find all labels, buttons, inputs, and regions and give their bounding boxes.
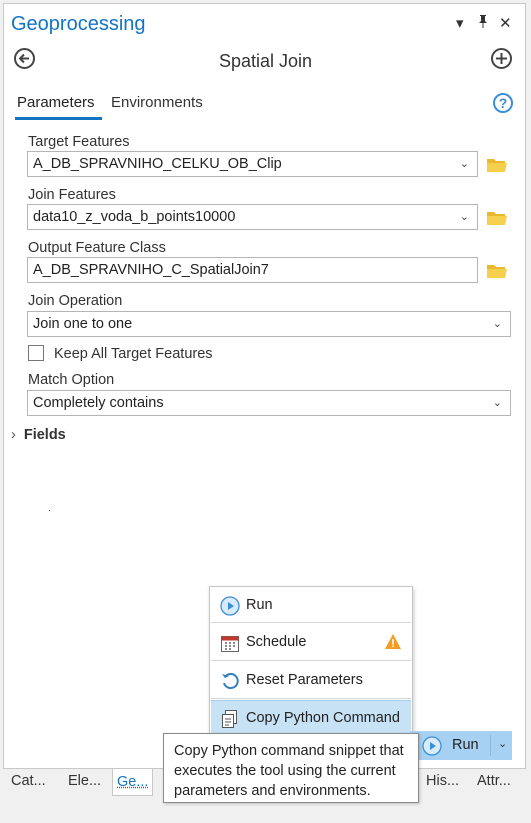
chevron-down-icon[interactable]: ⌄: [493, 391, 502, 415]
reset-icon: [220, 671, 240, 691]
keep-all-label[interactable]: Keep All Target Features: [54, 346, 213, 362]
chevron-right-icon: ›: [11, 427, 16, 443]
close-icon[interactable]: ✕: [499, 14, 512, 32]
pane-title: Geoprocessing: [11, 13, 146, 35]
target-features-label: Target Features: [28, 134, 130, 150]
menu-separator: [211, 660, 411, 661]
menu-separator: [211, 622, 411, 623]
join-features-input[interactable]: data10_z_voda_b_points10000 ⌄: [27, 204, 478, 230]
warning-icon: [384, 633, 402, 655]
chevron-down-icon[interactable]: ⌄: [498, 737, 507, 750]
join-operation-label: Join Operation: [28, 293, 123, 309]
bottom-tab-history[interactable]: His...: [426, 773, 459, 789]
menu-item-copy-python-command[interactable]: Copy Python Command: [211, 700, 411, 737]
output-feature-class-input[interactable]: A_DB_SPRAVNIHO_C_SpatialJoin7: [27, 257, 478, 283]
match-option-label: Match Option: [28, 372, 115, 388]
add-button[interactable]: [491, 48, 512, 69]
bottom-tab-element[interactable]: Ele...: [68, 773, 101, 789]
tool-title: Spatial Join: [218, 51, 313, 71]
chevron-down-icon[interactable]: ⌄: [460, 152, 469, 176]
join-features-label: Join Features: [28, 187, 116, 203]
play-icon: [220, 596, 240, 616]
help-icon[interactable]: ?: [493, 93, 513, 113]
tab-parameters[interactable]: Parameters: [17, 94, 95, 111]
keep-all-checkbox[interactable]: [28, 345, 44, 361]
stray-dot: [49, 510, 50, 511]
play-icon: [422, 736, 442, 761]
menu-item-schedule[interactable]: Schedule: [211, 625, 411, 661]
calendar-icon: [220, 633, 240, 653]
menu-separator: [211, 698, 411, 699]
bottom-tab-catalog[interactable]: Cat...: [11, 773, 46, 789]
chevron-down-icon[interactable]: ⌄: [460, 205, 469, 229]
tooltip: Copy Python command snippet that execute…: [163, 733, 419, 803]
fields-expander[interactable]: › Fields: [11, 427, 66, 443]
pin-icon[interactable]: [477, 14, 489, 31]
output-feature-class-value: A_DB_SPRAVNIHO_C_SpatialJoin7: [33, 262, 269, 278]
active-tab-indicator: [15, 117, 102, 120]
options-dropdown-icon[interactable]: ▾: [456, 14, 464, 32]
run-button[interactable]: Run ⌄: [410, 731, 512, 760]
menu-item-run[interactable]: Run: [211, 588, 411, 624]
target-features-value: A_DB_SPRAVNIHO_CELKU_OB_Clip: [33, 156, 282, 172]
folder-icon[interactable]: [486, 157, 508, 173]
fields-label: Fields: [23, 427, 66, 443]
match-option-value: Completely contains: [33, 395, 164, 411]
run-options-menu: Run Schedule Reset Parameters Copy Pytho…: [209, 586, 413, 738]
menu-item-reset-parameters[interactable]: Reset Parameters: [211, 663, 411, 699]
bottom-tab-geoprocessing[interactable]: Ge...: [112, 769, 154, 796]
copy-icon: [220, 709, 240, 729]
folder-icon[interactable]: [486, 263, 508, 279]
folder-icon[interactable]: [486, 210, 508, 226]
match-option-select[interactable]: Completely contains ⌄: [27, 390, 511, 416]
join-features-value: data10_z_voda_b_points10000: [33, 209, 236, 225]
bottom-tab-attributes[interactable]: Attr...: [477, 773, 511, 789]
join-operation-value: Join one to one: [33, 316, 133, 332]
chevron-down-icon[interactable]: ⌄: [493, 312, 502, 336]
run-button-label: Run: [452, 737, 479, 753]
run-button-divider: [490, 735, 491, 756]
join-operation-select[interactable]: Join one to one ⌄: [27, 311, 511, 337]
output-feature-class-label: Output Feature Class: [28, 240, 166, 256]
target-features-input[interactable]: A_DB_SPRAVNIHO_CELKU_OB_Clip ⌄: [27, 151, 478, 177]
tab-environments[interactable]: Environments: [111, 94, 203, 111]
